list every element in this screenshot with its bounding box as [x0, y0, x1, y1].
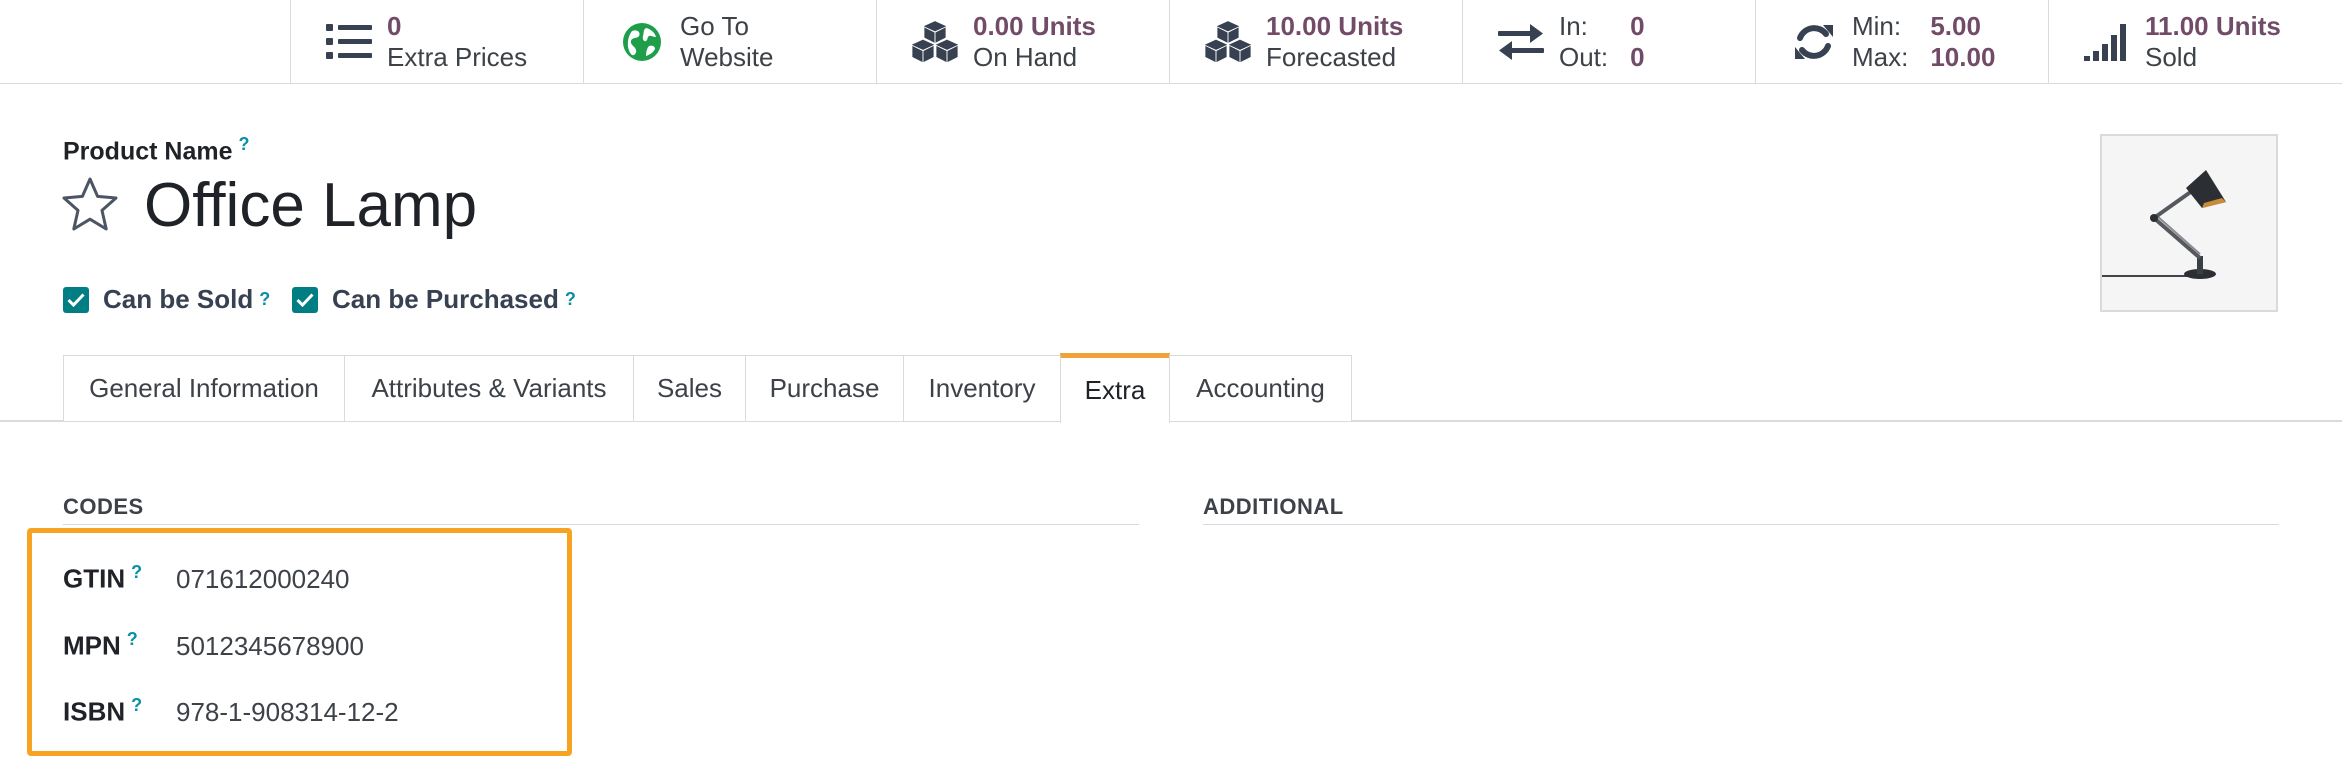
tab-purchase[interactable]: Purchase	[745, 355, 904, 421]
star-favorite-icon[interactable]	[60, 175, 120, 235]
help-tooltip-icon[interactable]: ?	[565, 289, 576, 310]
help-tooltip-icon[interactable]: ?	[127, 629, 138, 649]
mpn-input[interactable]: 5012345678900	[176, 631, 364, 662]
isbn-label-text: ISBN	[63, 696, 126, 727]
cubes-icon	[1204, 18, 1252, 66]
mpn-field: MPN? 5012345678900	[63, 629, 364, 662]
in-out-button[interactable]: In: 0 Out: 0	[1462, 0, 1755, 83]
gtin-label: GTIN?	[63, 562, 176, 595]
help-tooltip-icon[interactable]: ?	[259, 289, 270, 310]
gtin-input[interactable]: 071612000240	[176, 564, 350, 595]
sold-label: Sold	[2145, 41, 2198, 72]
product-name-label-text: Product Name	[63, 137, 233, 166]
tab-sales[interactable]: Sales	[633, 355, 746, 421]
list-icon	[325, 18, 373, 66]
product-name-field[interactable]: Office Lamp	[144, 170, 477, 242]
help-tooltip-icon[interactable]: ?	[238, 134, 249, 154]
out-value: 0	[1630, 41, 1645, 72]
product-image[interactable]	[2100, 134, 2278, 312]
desk-lamp-icon	[2102, 170, 2226, 279]
signal-icon	[2083, 18, 2131, 66]
can-be-sold-field: Can be Sold?	[63, 284, 270, 315]
go-to-website-button[interactable]: Go To Website	[583, 0, 876, 83]
additional-divider	[1203, 524, 2279, 525]
mpn-label: MPN?	[63, 629, 176, 662]
on-hand-button[interactable]: 0.00 Units On Hand	[876, 0, 1169, 83]
min-max-button[interactable]: Min: 5.00 Max: 10.00	[1755, 0, 2048, 83]
tab-inventory[interactable]: Inventory	[903, 355, 1061, 421]
min-label: Min:	[1852, 10, 1902, 41]
extra-prices-button[interactable]: 0 Extra Prices	[290, 0, 583, 83]
gtin-label-text: GTIN	[63, 563, 126, 594]
sold-button[interactable]: 11.00 Units Sold	[2048, 0, 2341, 83]
tab-attributes-variants[interactable]: Attributes & Variants	[344, 355, 634, 421]
forecasted-button[interactable]: 10.00 Units Forecasted	[1169, 0, 1462, 83]
cubes-icon	[911, 18, 959, 66]
extra-prices-value: 0	[387, 10, 402, 41]
additional-section-title: ADDITIONAL	[1203, 494, 1344, 519]
forecasted-label: Forecasted	[1266, 41, 1397, 72]
codes-divider	[63, 524, 1139, 525]
can-be-purchased-label: Can be Purchased	[332, 284, 559, 314]
on-hand-value: 0.00 Units	[973, 10, 1096, 41]
go-to-label-line2: Website	[680, 41, 774, 72]
out-label: Out:	[1559, 41, 1609, 72]
can-be-purchased-checkbox[interactable]	[292, 286, 318, 313]
in-label: In:	[1559, 10, 1588, 41]
on-hand-label: On Hand	[973, 41, 1078, 72]
sold-value: 11.00 Units	[2145, 10, 2281, 41]
help-tooltip-icon[interactable]: ?	[131, 695, 142, 715]
in-value: 0	[1630, 10, 1645, 41]
smart-button-bar: 0 Extra Prices Go To Website 0.00 Units …	[0, 0, 2342, 84]
exchange-icon	[1497, 18, 1545, 66]
min-value: 5.00	[1930, 10, 1981, 41]
can-be-sold-checkbox[interactable]	[63, 286, 89, 313]
globe-icon	[618, 18, 666, 66]
forecasted-value: 10.00 Units	[1266, 10, 1404, 41]
isbn-field: ISBN? 978-1-908314-12-2	[63, 695, 399, 728]
extra-prices-label: Extra Prices	[387, 41, 528, 72]
go-to-label-line1: Go To	[680, 10, 749, 41]
isbn-input[interactable]: 978-1-908314-12-2	[176, 697, 399, 728]
product-name-label: Product Name?	[63, 134, 249, 166]
can-be-sold-label: Can be Sold	[103, 284, 254, 314]
max-label: Max:	[1852, 41, 1909, 72]
help-tooltip-icon[interactable]: ?	[131, 562, 142, 582]
gtin-field: GTIN? 071612000240	[63, 562, 350, 595]
can-be-purchased-field: Can be Purchased?	[292, 284, 576, 315]
isbn-label: ISBN?	[63, 695, 176, 728]
tab-accounting[interactable]: Accounting	[1169, 355, 1352, 421]
max-value: 10.00	[1930, 41, 1996, 72]
tab-extra[interactable]: Extra	[1060, 353, 1170, 423]
mpn-label-text: MPN	[63, 630, 121, 661]
refresh-icon	[1790, 18, 1838, 66]
codes-section-title: CODES	[63, 494, 144, 519]
tab-general-information[interactable]: General Information	[63, 355, 345, 421]
